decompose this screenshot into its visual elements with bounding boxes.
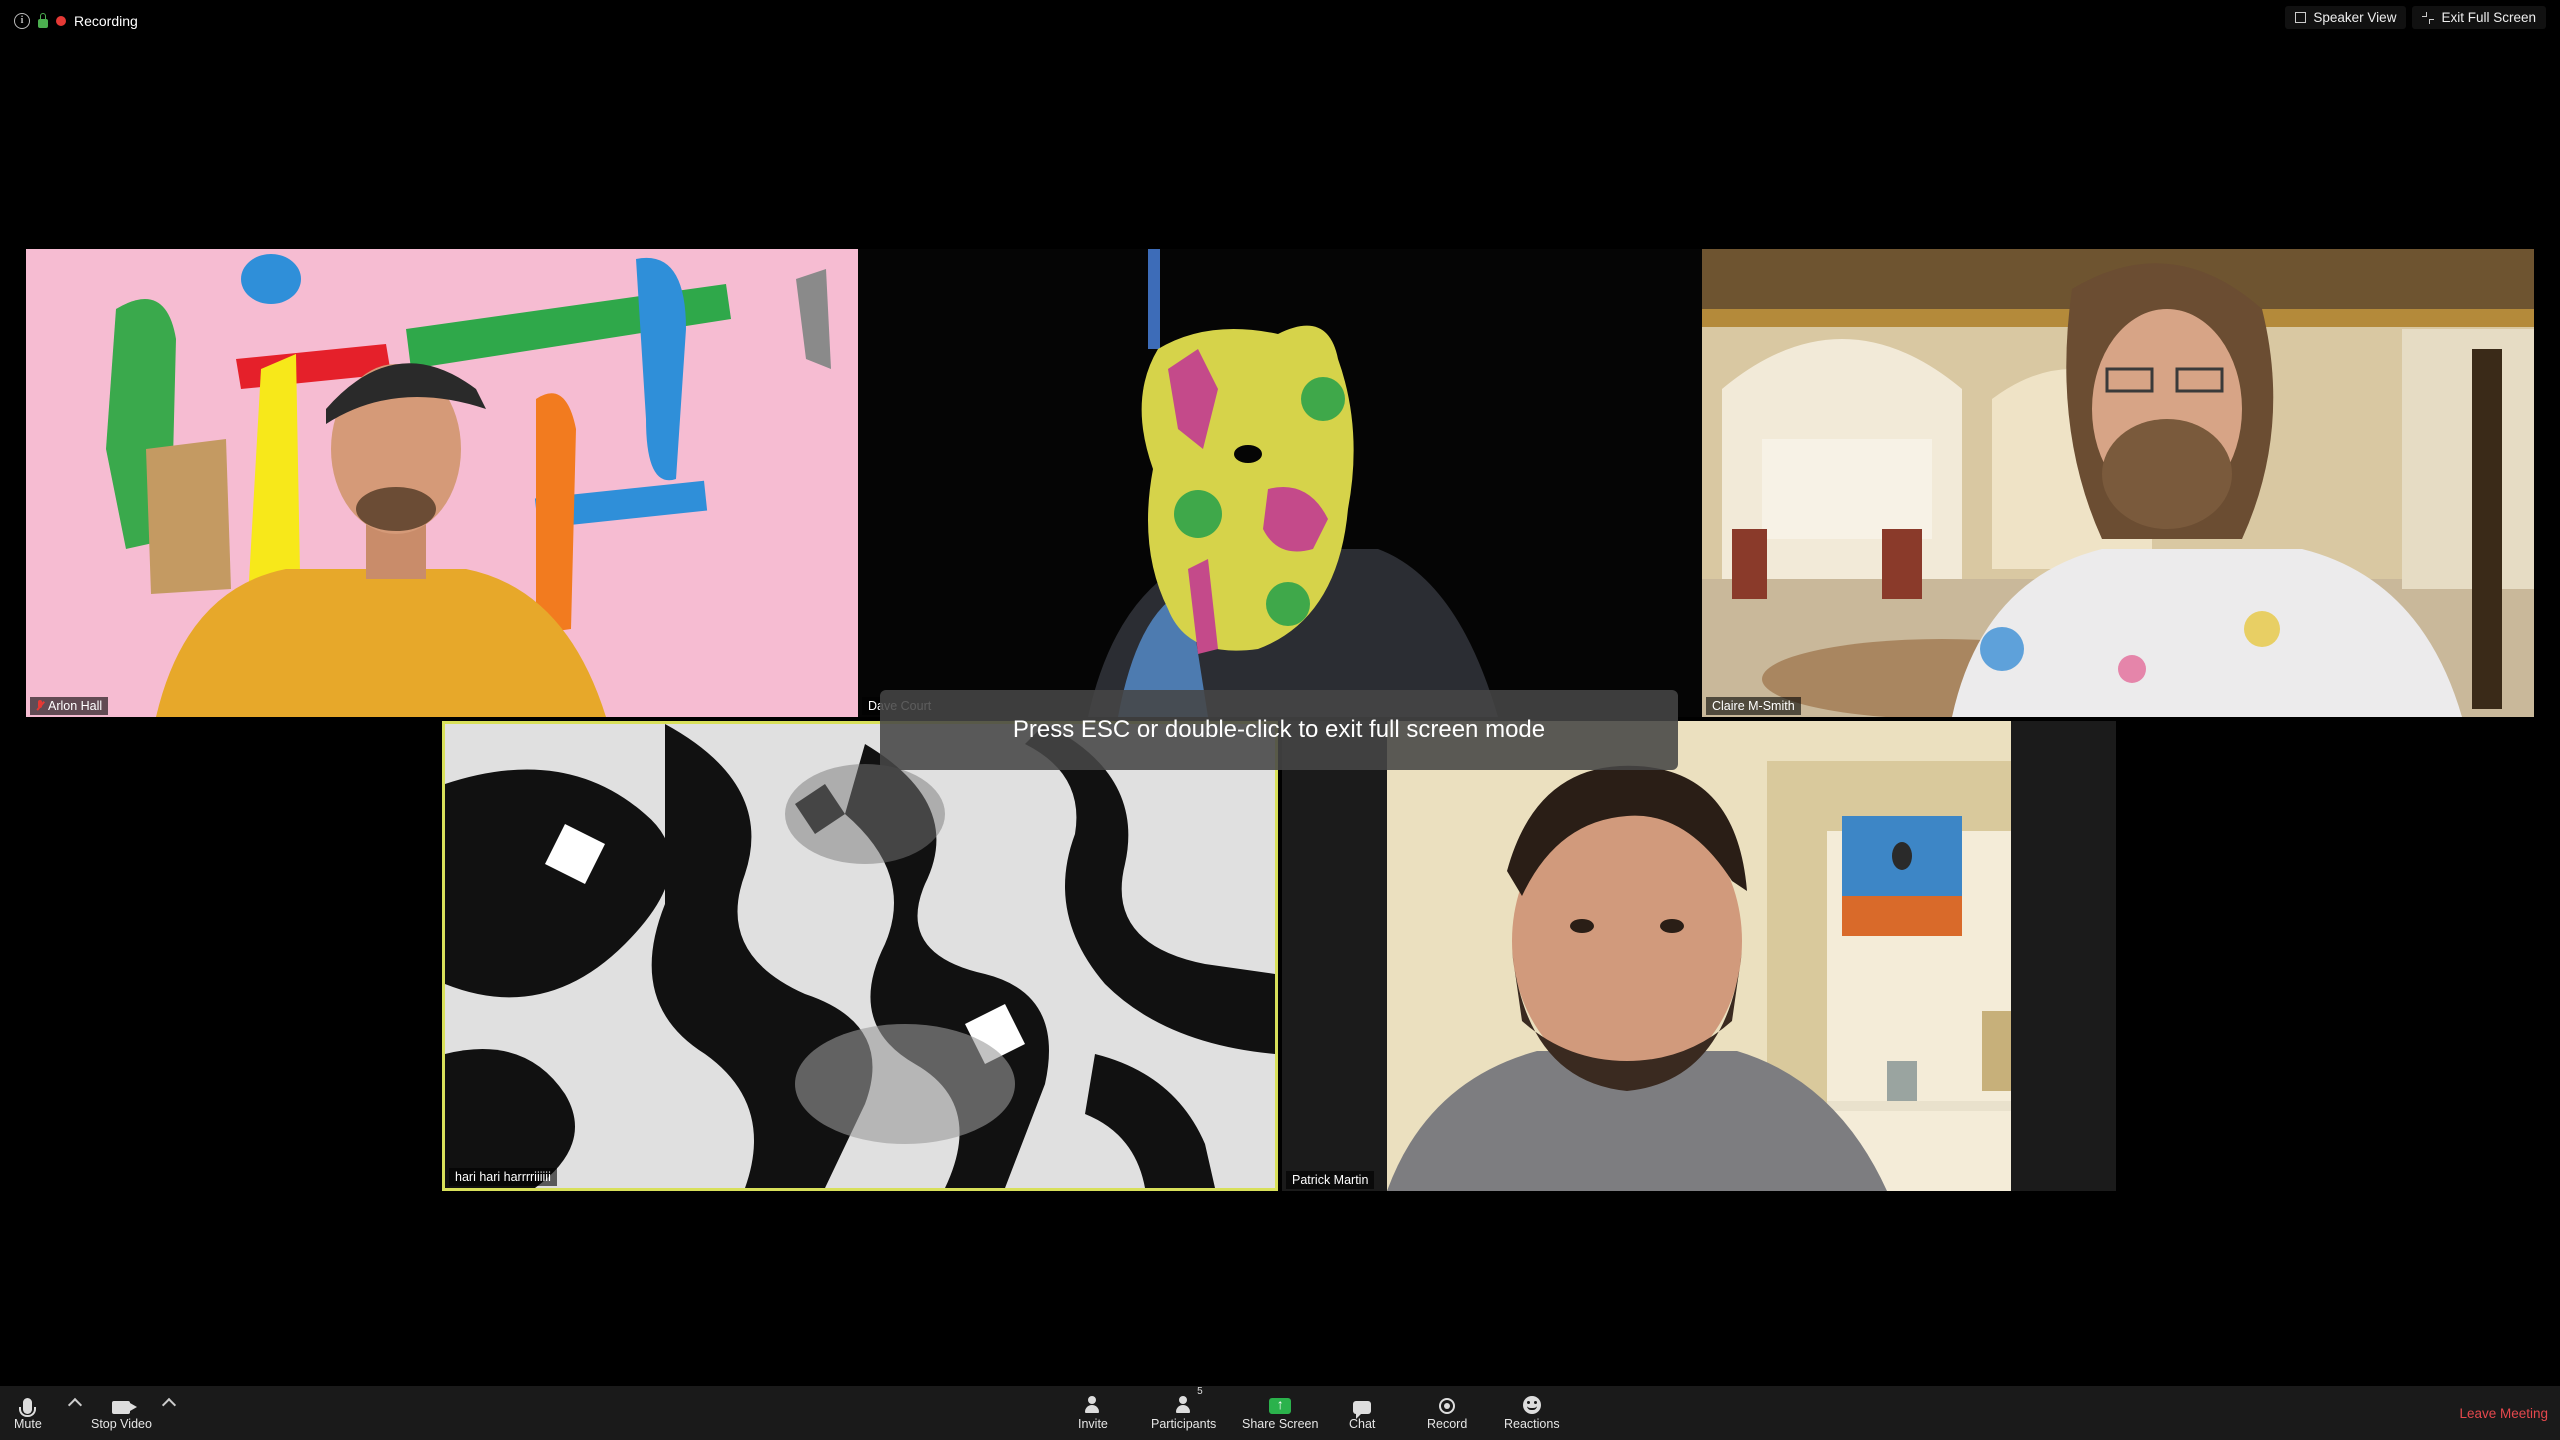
- stop-video-button[interactable]: Stop Video: [91, 1390, 152, 1431]
- participant-video: [26, 249, 858, 717]
- participant-video: [445, 724, 1275, 1188]
- share-screen-icon: [1269, 1396, 1292, 1414]
- record-icon: [1439, 1398, 1456, 1414]
- microphone-icon: [19, 1398, 37, 1417]
- participant-name-tag: Claire M-Smith: [1706, 697, 1801, 715]
- reactions-smiley-icon: [1522, 1396, 1541, 1414]
- add-person-icon: [1084, 1396, 1102, 1414]
- speaker-view-button[interactable]: Speaker View: [2285, 6, 2407, 29]
- participant-video: [1387, 721, 2011, 1191]
- share-screen-button[interactable]: Share Screen: [1242, 1390, 1318, 1431]
- reactions-label: Reactions: [1504, 1417, 1560, 1431]
- invite-button[interactable]: Invite: [1078, 1390, 1108, 1431]
- participant-tile-patrick-martin[interactable]: Patrick Martin: [1282, 721, 2116, 1191]
- exit-full-screen-label: Exit Full Screen: [2441, 10, 2536, 25]
- lock-icon[interactable]: [38, 12, 48, 28]
- participant-tile-hari-active-speaker[interactable]: hari hari harrrriiiiii: [442, 721, 1278, 1191]
- record-button[interactable]: Record: [1427, 1390, 1467, 1431]
- share-screen-label: Share Screen: [1242, 1417, 1319, 1431]
- recording-label: Recording: [74, 13, 138, 29]
- meeting-toolbar: Mute Stop Video Invite 5 Participants Sh…: [0, 1386, 2560, 1440]
- leave-meeting-button[interactable]: Leave Meeting: [2459, 1406, 2548, 1421]
- info-icon[interactable]: i: [14, 13, 30, 29]
- reactions-button[interactable]: Reactions: [1504, 1390, 1560, 1431]
- chat-label: Chat: [1349, 1417, 1376, 1431]
- participant-name: Patrick Martin: [1292, 1173, 1369, 1187]
- participants-button[interactable]: 5 Participants: [1151, 1386, 1217, 1431]
- exit-full-screen-icon: [2422, 11, 2435, 24]
- stop-video-label: Stop Video: [91, 1417, 152, 1431]
- participant-name-tag: Patrick Martin: [1286, 1171, 1375, 1189]
- view-controls: Speaker View Exit Full Screen: [2285, 6, 2546, 29]
- mute-label: Mute: [14, 1417, 42, 1431]
- record-label: Record: [1427, 1417, 1468, 1431]
- chat-bubble-icon: [1353, 1401, 1372, 1419]
- chat-button[interactable]: Chat: [1349, 1390, 1375, 1431]
- speaker-view-icon: [2295, 12, 2307, 23]
- participant-name: Claire M-Smith: [1712, 699, 1795, 713]
- invite-label: Invite: [1078, 1417, 1108, 1431]
- participant-name-tag: hari hari harrrriiiiii: [449, 1168, 557, 1186]
- participant-tile-claire-m-smith[interactable]: Claire M-Smith: [1702, 249, 2534, 717]
- participant-video: [858, 249, 1702, 717]
- participants-icon: [1175, 1396, 1193, 1414]
- exit-full-screen-button[interactable]: Exit Full Screen: [2412, 6, 2546, 29]
- participant-tile-dave-court[interactable]: Dave Court: [858, 249, 1702, 717]
- video-camera-icon: [112, 1401, 138, 1414]
- audio-options-chevron-up-icon[interactable]: [67, 1397, 83, 1413]
- exit-full-screen-message: Press ESC or double-click to exit full s…: [1012, 716, 1546, 743]
- participant-name: Arlon Hall: [48, 699, 103, 713]
- participants-label: Participants: [1151, 1417, 1217, 1431]
- participant-name-tag: Arlon Hall: [30, 697, 109, 715]
- video-options-chevron-up-icon[interactable]: [161, 1397, 177, 1413]
- participant-video: [1702, 249, 2534, 717]
- participant-tile-arlon-hall[interactable]: Arlon Hall: [26, 249, 858, 717]
- speaker-view-label: Speaker View: [2313, 10, 2397, 25]
- exit-full-screen-notice: Press ESC or double-click to exit full s…: [880, 690, 1678, 770]
- meeting-status: i Recording: [14, 10, 138, 32]
- mic-muted-icon: [36, 700, 44, 712]
- participants-count: 5: [1197, 1386, 1203, 1397]
- participant-name: hari hari harrrriiiiii: [455, 1170, 551, 1184]
- recording-dot-icon: [56, 16, 66, 26]
- mute-button[interactable]: Mute: [14, 1390, 42, 1431]
